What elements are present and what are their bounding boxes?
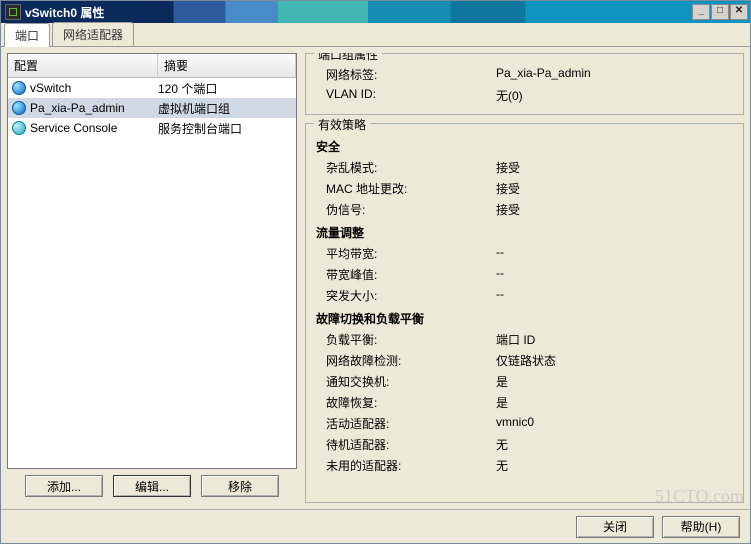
mac-change-v: 接受 [496,178,733,199]
vlan-id-v: 无(0) [496,85,733,106]
add-button[interactable]: 添加... [25,475,103,497]
vlan-id-k: VLAN ID: [316,85,496,106]
window: vSwitch0 属性 _ □ ✕ 端口 网络适配器 配置 摘要 vSwitch… [0,0,751,544]
col-header-config[interactable]: 配置 [8,54,158,77]
unused-adapter-k: 未用的适配器: [316,455,496,476]
body-area: 配置 摘要 vSwitch 120 个端口 Pa_xia-Pa_admin 虚拟… [1,47,750,509]
remove-button[interactable]: 移除 [201,475,279,497]
close-button[interactable]: ✕ [730,4,748,20]
unused-adapter-v: 无 [496,455,733,476]
titlebar: vSwitch0 属性 _ □ ✕ [1,1,750,23]
effective-policy-legend: 有效策略 [314,116,370,133]
load-balance-v: 端口 ID [496,329,733,350]
portgroup-props-legend: 端口组属性 [314,53,382,63]
tab-network-adapters[interactable]: 网络适配器 [52,22,134,46]
window-title: vSwitch0 属性 [25,4,692,21]
security-heading: 安全 [316,134,733,157]
net-fail-detect-v: 仅链路状态 [496,350,733,371]
cell-summary: 虚拟机端口组 [158,100,296,117]
portgroup-props-box: 端口组属性 网络标签:Pa_xia-Pa_admin VLAN ID:无(0) [305,53,744,115]
maximize-button[interactable]: □ [711,4,729,20]
footer: 关闭 帮助(H) [1,509,750,543]
notify-switch-v: 是 [496,371,733,392]
standby-adapter-v: 无 [496,434,733,455]
cell-summary: 服务控制台端口 [158,120,296,137]
forged-v: 接受 [496,199,733,220]
net-fail-detect-k: 网络故障检测: [316,350,496,371]
grid-row-portgroup[interactable]: Pa_xia-Pa_admin 虚拟机端口组 [8,98,296,118]
net-label-v: Pa_xia-Pa_admin [496,64,733,85]
forged-k: 伪信号: [316,199,496,220]
right-pane: 端口组属性 网络标签:Pa_xia-Pa_admin VLAN ID:无(0) … [305,53,744,503]
net-label-k: 网络标签: [316,64,496,85]
standby-adapter-k: 待机适配器: [316,434,496,455]
service-icon [12,121,26,135]
burst-k: 突发大小: [316,285,496,306]
notify-switch-k: 通知交换机: [316,371,496,392]
cell-config: Pa_xia-Pa_admin [30,101,125,115]
col-header-summary[interactable]: 摘要 [158,54,296,77]
effective-policy-box: 有效策略 安全 杂乱模式:接受 MAC 地址更改:接受 伪信号:接受 流量调整 … [305,123,744,503]
minimize-button[interactable]: _ [692,4,710,20]
close-dialog-button[interactable]: 关闭 [576,516,654,538]
peak-bw-k: 带宽峰值: [316,264,496,285]
traffic-shaping-heading: 流量调整 [316,220,733,243]
grid-row-vswitch[interactable]: vSwitch 120 个端口 [8,78,296,98]
network-icon [12,101,26,115]
left-button-row: 添加... 编辑... 移除 [7,469,297,503]
help-button[interactable]: 帮助(H) [662,516,740,538]
active-adapter-v: vmnic0 [496,413,733,434]
grid-header: 配置 摘要 [8,54,296,78]
grid-row-service-console[interactable]: Service Console 服务控制台端口 [8,118,296,138]
left-pane: 配置 摘要 vSwitch 120 个端口 Pa_xia-Pa_admin 虚拟… [7,53,297,503]
failover-heading: 故障切换和负载平衡 [316,306,733,329]
avg-bw-k: 平均带宽: [316,243,496,264]
failback-k: 故障恢复: [316,392,496,413]
grid-body: vSwitch 120 个端口 Pa_xia-Pa_admin 虚拟机端口组 S… [8,78,296,468]
peak-bw-v: -- [496,264,733,285]
network-icon [12,81,26,95]
promiscuous-v: 接受 [496,157,733,178]
edit-button[interactable]: 编辑... [113,475,191,497]
load-balance-k: 负载平衡: [316,329,496,350]
cell-config: vSwitch [30,81,71,95]
window-buttons: _ □ ✕ [692,4,748,20]
mac-change-k: MAC 地址更改: [316,178,496,199]
cell-summary: 120 个端口 [158,80,296,97]
active-adapter-k: 活动适配器: [316,413,496,434]
avg-bw-v: -- [496,243,733,264]
app-icon [5,4,21,20]
tab-strip: 端口 网络适配器 [1,23,750,47]
burst-v: -- [496,285,733,306]
failback-v: 是 [496,392,733,413]
tab-ports[interactable]: 端口 [4,23,50,47]
promiscuous-k: 杂乱模式: [316,157,496,178]
cell-config: Service Console [30,121,117,135]
port-grid: 配置 摘要 vSwitch 120 个端口 Pa_xia-Pa_admin 虚拟… [7,53,297,469]
